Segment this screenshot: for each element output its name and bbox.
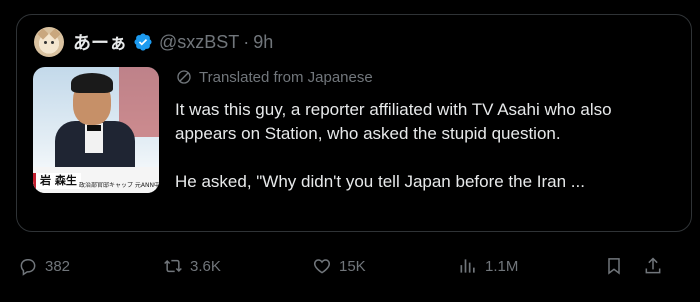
translation-notice: Translated from Japanese [175,67,373,87]
views-icon [460,259,475,273]
post-text-paragraph-1: It was this guy, a reporter affiliated w… [175,100,612,143]
thumbnail-name-tag: 岩 森生 [33,173,81,189]
avatar-eye-left [44,41,47,44]
avatar-ear-right [49,28,61,40]
post-action-bar: 382 3.6K 15K 1.1M [0,244,700,288]
avatar[interactable] [34,27,64,57]
bookmark-button[interactable] [604,254,624,278]
verified-badge-icon [134,33,152,51]
share-icon [645,257,661,274]
thumbnail-person-hair [71,73,113,93]
views-count: 1.1M [485,257,519,275]
repost-button[interactable]: 3.6K [163,254,221,278]
bookmark-icon [608,258,620,275]
avatar-eye-right [51,41,54,44]
views-button[interactable]: 1.1M [458,254,518,278]
author-handle[interactable]: @sxzBST [159,32,239,53]
reply-count: 382 [45,257,71,275]
quoted-post-card[interactable]: あーぁ @sxzBST · 9h 岩 森生 政治部官邸キャップ 元ANN中 麻生… [16,14,692,232]
translation-label: Translated from Japanese [199,68,373,86]
thumbnail-caption: 政治部官邸キャップ 元ANN中 麻生政権から永田町を取材 [79,182,159,189]
reply-button[interactable]: 382 [18,254,70,278]
author-display-name[interactable]: あーぁ [73,29,127,55]
repost-count: 3.6K [190,257,221,275]
post-author-row: あーぁ @sxzBST · 9h [34,26,273,58]
avatar-ear-left [37,28,49,40]
translate-icon [177,70,191,84]
post-time[interactable]: 9h [253,32,273,53]
like-icon [313,259,331,274]
like-button[interactable]: 15K [312,254,366,278]
repost-icon [164,259,182,273]
post-text: It was this guy, a reporter affiliated w… [175,98,675,194]
media-thumbnail[interactable]: 岩 森生 政治部官邸キャップ 元ANN中 麻生政権から永田町を取材 [33,67,159,193]
thumbnail-bowtie [87,125,101,131]
post-text-paragraph-2: He asked, "Why didn't you tell Japan bef… [175,172,585,191]
share-button[interactable] [643,254,663,278]
reply-icon [20,259,36,276]
like-count: 15K [339,257,366,275]
screenshot-frame: あーぁ @sxzBST · 9h 岩 森生 政治部官邸キャップ 元ANN中 麻生… [0,0,700,302]
separator-dot: · [243,31,250,52]
